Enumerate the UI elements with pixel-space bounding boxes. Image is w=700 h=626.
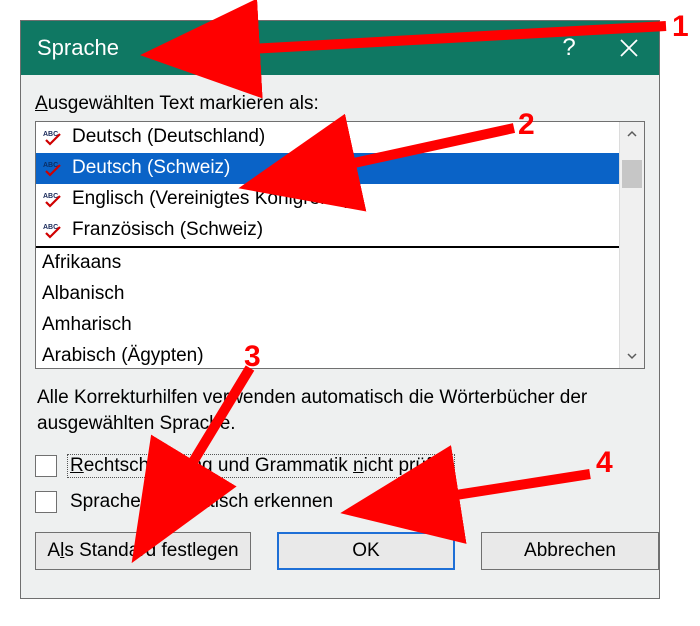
list-scrollbar[interactable] (619, 122, 644, 368)
spellcheck-available-icon: ABC (42, 159, 66, 177)
button-row: Als Standard festlegen OK Abbrechen (35, 532, 645, 570)
list-label: Ausgewählten Text markieren als: (35, 93, 645, 115)
spellcheck-available-icon: ABC (42, 221, 66, 239)
language-name: Deutsch (Schweiz) (72, 157, 230, 179)
annotation-number-1: 1 (672, 10, 689, 44)
checkbox-label-no-spellcheck[interactable]: Rechtschreibung und Grammatik nicht prüf… (67, 454, 455, 478)
language-item[interactable]: Afrikaans (36, 248, 620, 279)
language-item[interactable]: ABC Deutsch (Deutschland) (36, 122, 620, 153)
spellcheck-available-icon: ABC (42, 190, 66, 208)
scroll-thumb[interactable] (622, 160, 642, 188)
stage: Sprache ? Ausgewählten Text markieren al… (0, 0, 700, 626)
checkbox-label-autodetect[interactable]: Sprache automatisch erkennen (67, 490, 336, 514)
language-item[interactable]: Amharisch (36, 310, 620, 341)
language-name: Französisch (Schweiz) (72, 219, 263, 241)
language-item[interactable]: Albanisch (36, 279, 620, 310)
checkbox-autodetect-language[interactable] (35, 491, 57, 513)
language-name: Amharisch (42, 314, 132, 336)
language-name: Arabisch (Ägypten) (42, 345, 204, 367)
language-name: Albanisch (42, 283, 124, 305)
dialog-body: Ausgewählten Text markieren als: ABC Deu… (21, 75, 659, 584)
language-dialog: Sprache ? Ausgewählten Text markieren al… (20, 20, 660, 599)
info-text: Alle Korrekturhilfen verwenden automatis… (37, 385, 643, 436)
close-icon (618, 37, 640, 59)
scroll-down-button[interactable] (620, 344, 644, 368)
language-name: Afrikaans (42, 252, 121, 274)
cancel-button[interactable]: Abbrechen (481, 532, 659, 570)
language-name: Deutsch (Deutschland) (72, 126, 265, 148)
language-listbox[interactable]: ABC Deutsch (Deutschland) ABC Deutsch (S… (35, 121, 645, 369)
help-icon: ? (562, 34, 575, 62)
scroll-up-button[interactable] (620, 122, 644, 146)
checkbox-group: Rechtschreibung und Grammatik nicht prüf… (35, 454, 645, 514)
dialog-title: Sprache (37, 35, 119, 61)
help-button[interactable]: ? (539, 21, 599, 75)
language-item[interactable]: ABC Französisch (Schweiz) (36, 215, 620, 246)
language-list-inner: ABC Deutsch (Deutschland) ABC Deutsch (S… (36, 122, 620, 368)
language-item[interactable]: ABC Englisch (Vereinigtes Königreich) (36, 184, 620, 215)
checkbox-no-spellcheck[interactable] (35, 455, 57, 477)
language-item[interactable]: Arabisch (Ägypten) (36, 341, 620, 369)
check-row-autodetect: Sprache automatisch erkennen (35, 490, 645, 514)
set-default-button[interactable]: Als Standard festlegen (35, 532, 251, 570)
language-name: Englisch (Vereinigtes Königreich) (72, 188, 351, 210)
close-button[interactable] (599, 21, 659, 75)
ok-button[interactable]: OK (277, 532, 455, 570)
spellcheck-available-icon: ABC (42, 128, 66, 146)
titlebar: Sprache ? (21, 21, 659, 75)
language-item[interactable]: ABC Deutsch (Schweiz) (36, 153, 620, 184)
check-row-spellgrammar: Rechtschreibung und Grammatik nicht prüf… (35, 454, 645, 478)
